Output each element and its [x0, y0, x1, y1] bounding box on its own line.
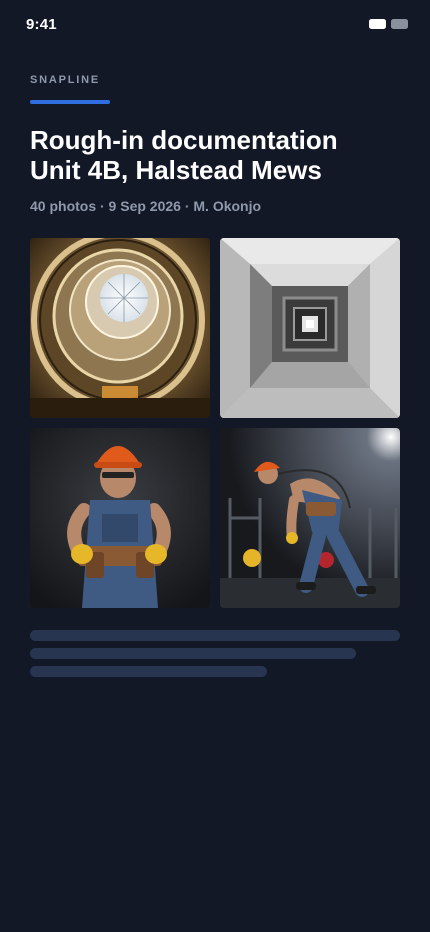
brand-underline	[30, 100, 110, 104]
status-icons	[369, 19, 408, 29]
gym-image	[220, 428, 400, 608]
brand-label: SNAPLINE	[30, 74, 101, 86]
loading-placeholder-line	[30, 666, 267, 677]
loading-placeholder-line	[30, 630, 400, 641]
photo-thumbnail-gym[interactable]	[220, 428, 400, 608]
photo-thumbnail-corridor[interactable]	[220, 238, 400, 418]
status-time: 9:41	[26, 16, 57, 33]
battery-icon	[391, 19, 408, 29]
photo-thumbnail-worker[interactable]	[30, 428, 210, 608]
album-title-line1: Rough-in documentation	[30, 125, 338, 155]
album-title-line2: Unit 4B, Halstead Mews	[30, 155, 322, 185]
photo-grid	[30, 238, 400, 608]
staircase-image	[30, 238, 210, 418]
worker-image	[30, 428, 210, 608]
album-title: Rough-in documentation Unit 4B, Halstead…	[30, 125, 410, 185]
status-bar: 9:41	[0, 0, 430, 48]
photo-thumbnail-staircase[interactable]	[30, 238, 210, 418]
loading-placeholder-line	[30, 648, 356, 659]
corridor-image	[220, 238, 400, 418]
wifi-icon	[369, 19, 386, 29]
album-meta: 40 photos · 9 Sep 2026 · M. Okonjo	[30, 198, 262, 214]
